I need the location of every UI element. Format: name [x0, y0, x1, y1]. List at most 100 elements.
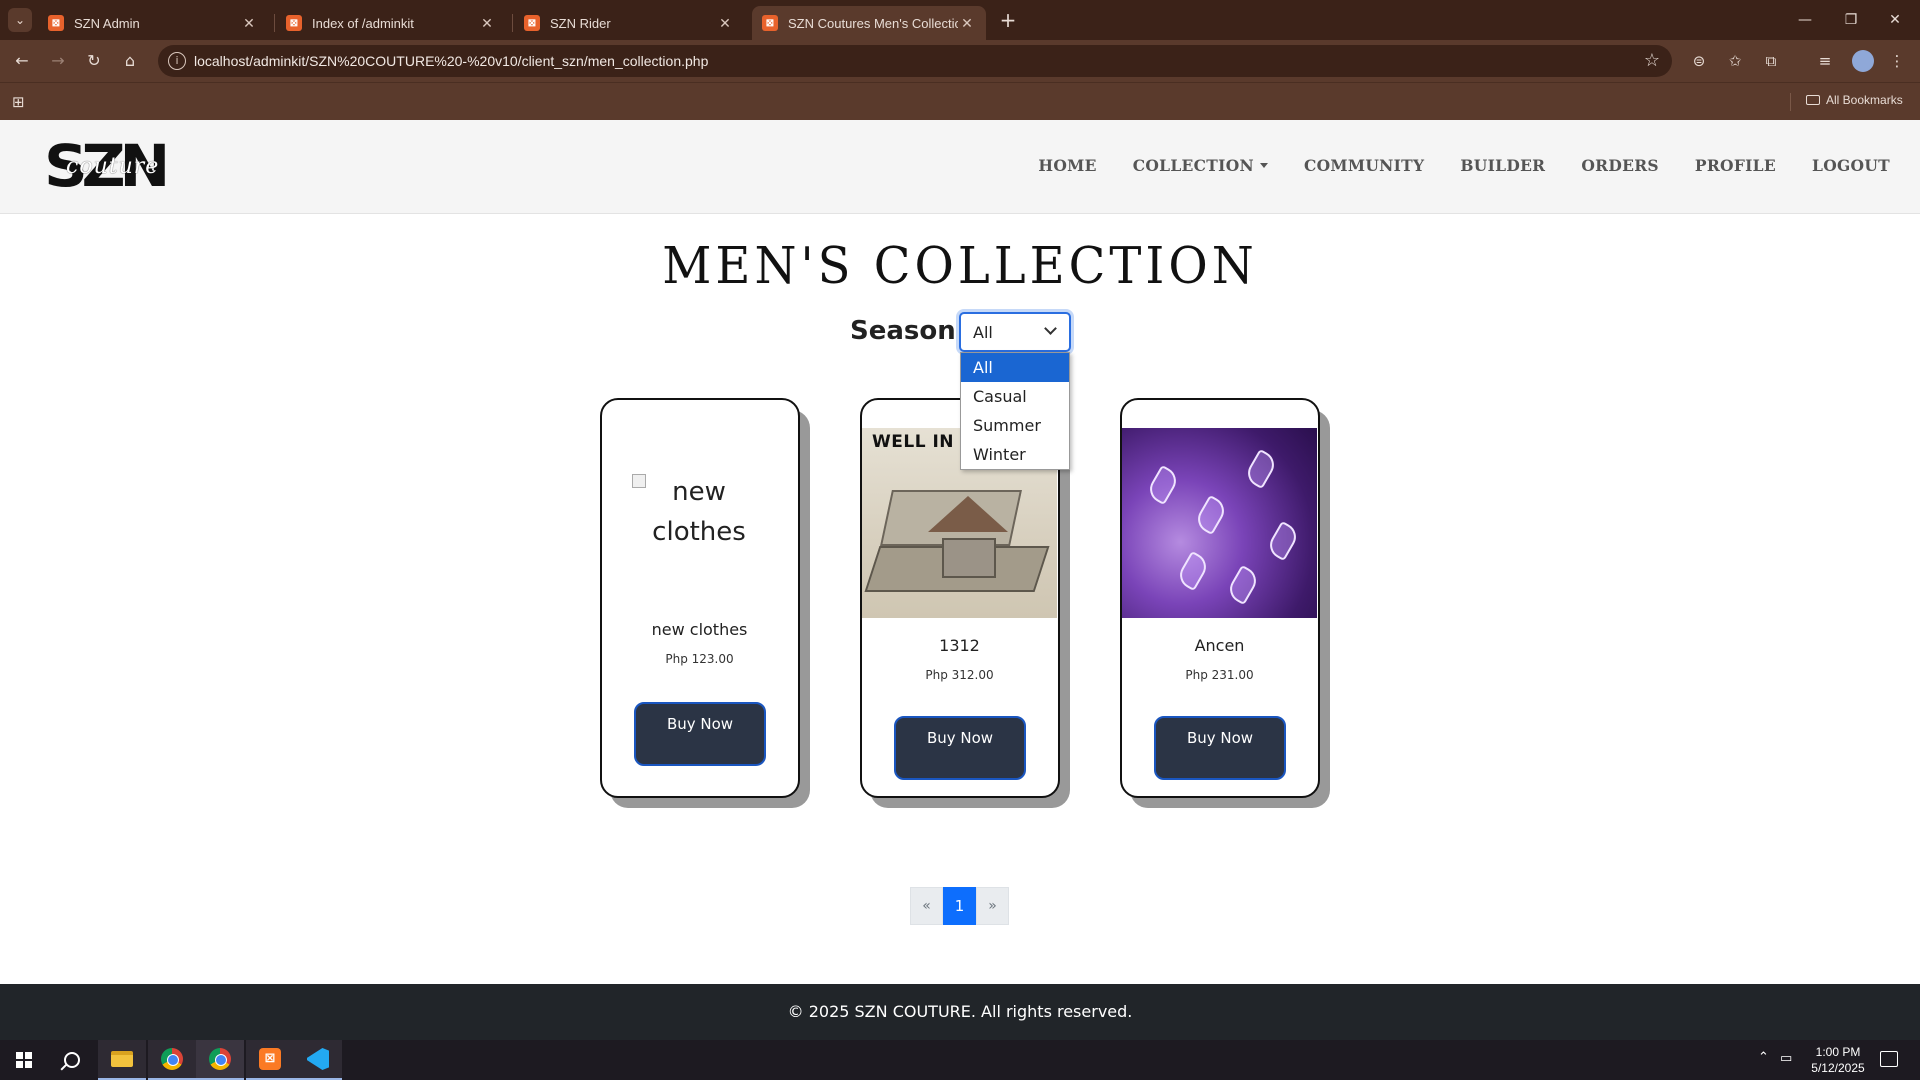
- reading-list-icon[interactable]: ≡: [1814, 50, 1836, 72]
- kebab-menu-icon[interactable]: ⋮: [1886, 50, 1908, 72]
- close-icon[interactable]: ✕: [716, 15, 734, 32]
- footer-copyright: © 2025 SZN COUTURE. All rights reserved.: [787, 1002, 1133, 1021]
- windows-taskbar: ⊠ ⌃ ▭ 1:00 PM 5/12/2025: [0, 1040, 1920, 1080]
- product-image: new clothes: [602, 428, 797, 618]
- caret-down-icon: [1259, 163, 1268, 168]
- close-icon[interactable]: ✕: [478, 15, 496, 32]
- product-name: new clothes: [651, 620, 748, 639]
- url-text[interactable]: localhost/adminkit/SZN%20COUTURE%20-%20v…: [194, 53, 708, 69]
- extensions-icon[interactable]: ⧉: [1760, 50, 1782, 72]
- taskbar-clock[interactable]: 1:00 PM 5/12/2025: [1798, 1044, 1878, 1076]
- nav-home[interactable]: HOME: [1038, 156, 1096, 175]
- back-arrow-icon[interactable]: ←: [10, 49, 34, 73]
- reload-icon[interactable]: ↻: [82, 49, 106, 73]
- new-tab-button[interactable]: +: [996, 8, 1020, 32]
- taskbar-file-explorer[interactable]: [98, 1040, 146, 1080]
- logo-script: couture: [66, 154, 160, 179]
- season-option-summer[interactable]: Summer: [961, 411, 1069, 440]
- windows-start-button[interactable]: [0, 1040, 48, 1080]
- taskbar-vscode[interactable]: [294, 1040, 342, 1080]
- tab-search-chevron-icon[interactable]: ⌄: [8, 8, 32, 32]
- product-price: Php 312.00: [925, 668, 994, 682]
- tab-title: SZN Rider: [550, 15, 611, 31]
- buy-now-button[interactable]: Buy Now: [1154, 716, 1286, 780]
- image-shard: [1264, 520, 1302, 562]
- tab-szn-rider[interactable]: ⊠ SZN Rider ✕: [514, 6, 744, 40]
- nav-orders[interactable]: ORDERS: [1581, 156, 1659, 175]
- forward-arrow-icon[interactable]: →: [46, 49, 70, 73]
- pagination: « 1 »: [910, 887, 1009, 925]
- product-card-body: Ancen Php 231.00 Buy Now: [1120, 398, 1320, 798]
- image-alt-text: new clothes: [652, 477, 746, 547]
- xampp-favicon-icon: ⊠: [762, 15, 778, 31]
- notifications-icon[interactable]: [1880, 1051, 1898, 1067]
- nav-builder[interactable]: BUILDER: [1460, 156, 1545, 175]
- image-shard: [1174, 550, 1212, 592]
- well-body: [942, 538, 996, 578]
- taskbar-search-button[interactable]: [48, 1040, 96, 1080]
- restore-icon[interactable]: ❐: [1836, 8, 1866, 32]
- chrome-icon: [209, 1048, 231, 1070]
- network-icon[interactable]: ▭: [1780, 1051, 1792, 1080]
- address-bar[interactable]: i localhost/adminkit/SZN%20COUTURE%20-%2…: [158, 45, 1672, 77]
- site-footer: © 2025 SZN COUTURE. All rights reserved.: [0, 984, 1920, 1040]
- taskbar-chrome-active[interactable]: [196, 1040, 244, 1080]
- nav-profile[interactable]: PROFILE: [1695, 156, 1776, 175]
- pagination-prev[interactable]: «: [910, 887, 943, 925]
- tab-title: SZN Admin: [74, 15, 140, 31]
- home-icon[interactable]: ⌂: [118, 49, 142, 73]
- buy-now-button[interactable]: Buy Now: [894, 716, 1026, 780]
- folder-icon: [1806, 95, 1820, 105]
- nav-collection-label: COLLECTION: [1132, 156, 1254, 175]
- clock-date: 5/12/2025: [1811, 1061, 1865, 1075]
- tray-chevron-up-icon[interactable]: ⌃: [1758, 1050, 1769, 1080]
- tab-index-adminkit[interactable]: ⊠ Index of /adminkit ✕: [276, 6, 506, 40]
- tab-title: Index of /adminkit: [312, 15, 414, 31]
- all-bookmarks-button[interactable]: All Bookmarks: [1806, 93, 1903, 107]
- favorites-icon[interactable]: ✩: [1724, 50, 1746, 72]
- well-roof: [928, 496, 1008, 532]
- chrome-icon: [161, 1048, 183, 1070]
- profile-avatar-icon[interactable]: [1852, 50, 1874, 72]
- season-select[interactable]: All: [959, 312, 1071, 352]
- nav-collection[interactable]: COLLECTION: [1133, 156, 1268, 175]
- bookmarks-bar: ⊞ All Bookmarks: [0, 82, 1920, 120]
- product-price: Php 231.00: [1185, 668, 1254, 682]
- clock-time: 1:00 PM: [1815, 1045, 1861, 1059]
- taskbar-xampp[interactable]: ⊠: [246, 1040, 294, 1080]
- bookmark-star-icon[interactable]: ☆: [1644, 50, 1660, 71]
- season-select-value: All: [973, 323, 993, 342]
- all-bookmarks-label: All Bookmarks: [1826, 93, 1903, 107]
- broken-image-icon: [632, 474, 646, 488]
- incognito-icon[interactable]: ⊜: [1688, 50, 1710, 72]
- tab-mens-collection[interactable]: ⊠ SZN Coutures Men's Collection ✕: [752, 6, 986, 40]
- window-close-icon[interactable]: ✕: [1880, 8, 1910, 32]
- pagination-page-1[interactable]: 1: [943, 887, 976, 925]
- tab-divider: [274, 14, 275, 32]
- bookmarks-divider: [1790, 93, 1791, 111]
- product-name: Ancen: [1194, 636, 1245, 655]
- season-option-casual[interactable]: Casual: [961, 382, 1069, 411]
- taskbar-chrome[interactable]: [148, 1040, 196, 1080]
- season-label: Season:: [850, 316, 967, 346]
- nav-logout[interactable]: LOGOUT: [1812, 156, 1890, 175]
- season-option-winter[interactable]: Winter: [961, 440, 1069, 469]
- season-option-all[interactable]: All: [961, 353, 1069, 382]
- close-icon[interactable]: ✕: [240, 15, 258, 32]
- szn-couture-logo[interactable]: SZN couture: [44, 132, 176, 200]
- xampp-favicon-icon: ⊠: [286, 15, 302, 31]
- xampp-favicon-icon: ⊠: [524, 15, 540, 31]
- product-card-body: new clothes new clothes Php 123.00 Buy N…: [600, 398, 800, 798]
- xampp-favicon-icon: ⊠: [48, 15, 64, 31]
- minimize-icon[interactable]: —: [1790, 8, 1820, 32]
- product-card: Ancen Php 231.00 Buy Now: [1120, 398, 1330, 808]
- product-name: 1312: [939, 636, 980, 655]
- image-shard: [1144, 464, 1182, 506]
- site-info-icon[interactable]: i: [168, 52, 186, 70]
- close-icon[interactable]: ✕: [958, 15, 976, 32]
- apps-grid-icon[interactable]: ⊞: [12, 93, 25, 111]
- pagination-next[interactable]: »: [976, 887, 1009, 925]
- tab-szn-admin[interactable]: ⊠ SZN Admin ✕: [38, 6, 268, 40]
- nav-community[interactable]: COMMUNITY: [1304, 156, 1424, 175]
- buy-now-button[interactable]: Buy Now: [634, 702, 766, 766]
